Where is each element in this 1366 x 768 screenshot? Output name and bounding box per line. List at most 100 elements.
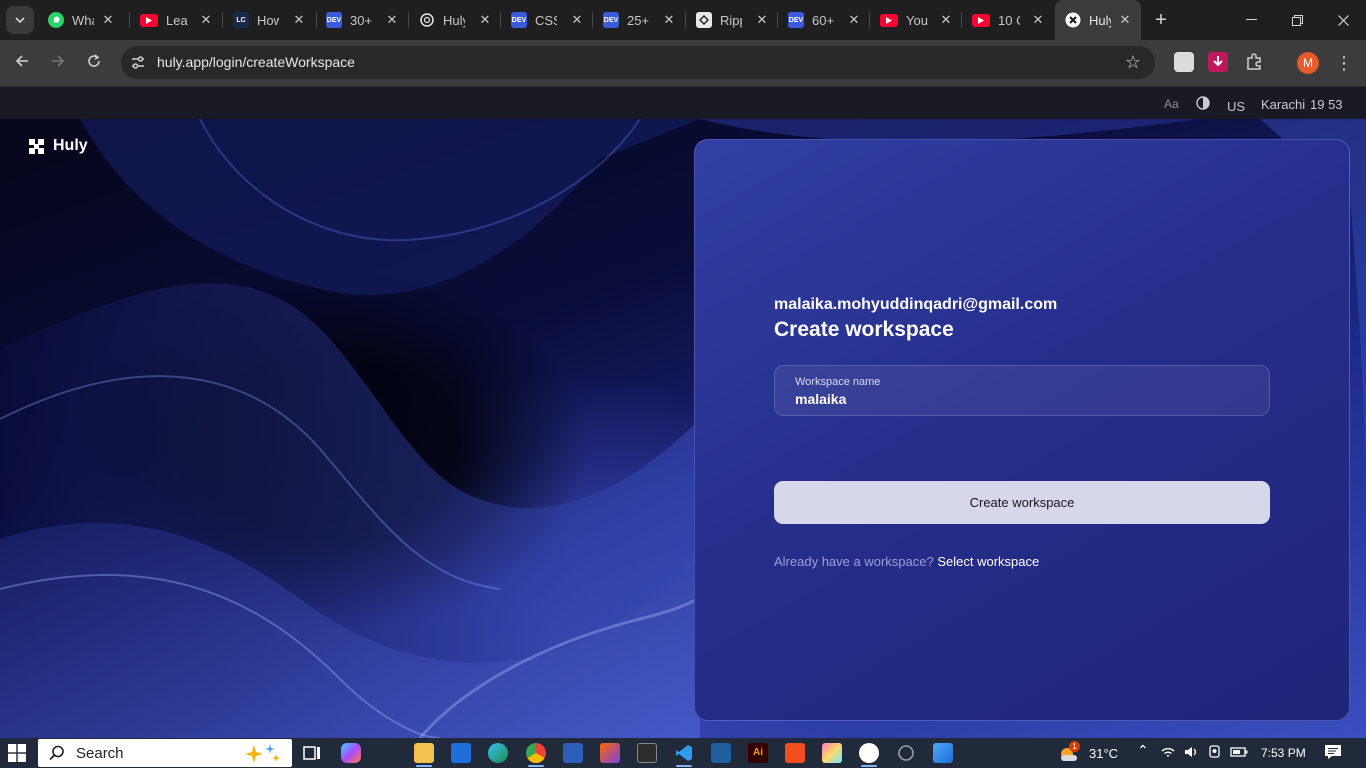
close-window-button[interactable] (1320, 0, 1366, 40)
browser-tab[interactable]: 10 C ✕ (962, 6, 1054, 34)
dev-icon: DEV (788, 12, 804, 28)
brand-name: Huly (53, 137, 88, 154)
close-tab-icon[interactable]: ✕ (291, 12, 307, 28)
windows-start-icon[interactable] (8, 744, 26, 762)
browser-menu-icon[interactable]: ⋮ (1334, 52, 1354, 74)
new-tab-button[interactable]: + (1150, 9, 1172, 31)
file-explorer-icon[interactable] (414, 743, 434, 767)
huly-logo-icon (29, 138, 44, 154)
ms365-icon[interactable] (600, 743, 620, 763)
close-tab-icon[interactable]: ✕ (1117, 12, 1133, 28)
notifications-icon[interactable] (1324, 744, 1342, 763)
browser-tab[interactable]: DEV CSS ✕ (501, 6, 593, 34)
page-title: Create workspace (774, 318, 954, 341)
show-hidden-icons-chevron-icon[interactable]: ⌃ (1137, 742, 1149, 759)
restore-icon (1291, 14, 1303, 26)
browser-tab[interactable]: Huly ✕ (409, 6, 501, 34)
back-button[interactable] (10, 51, 34, 75)
figma-icon[interactable] (785, 743, 805, 763)
forward-button[interactable] (46, 51, 70, 75)
browser-tab-active[interactable]: Huly ✕ (1055, 0, 1141, 40)
download-extension-icon[interactable] (1208, 52, 1228, 72)
url-text[interactable]: huly.app/login/createWorkspace (157, 54, 355, 70)
copilot-sparkle-icon (245, 744, 280, 763)
cast-extension-icon[interactable] (1174, 52, 1194, 72)
huly-logo[interactable]: Huly (28, 137, 88, 155)
profile-avatar[interactable]: M (1297, 52, 1319, 74)
already-have-workspace-text: Already have a workspace? (774, 554, 934, 569)
close-tab-icon[interactable]: ✕ (569, 12, 585, 28)
close-tab-icon[interactable]: ✕ (938, 12, 954, 28)
windows-taskbar: Search Ai 1 31°C ⌃ 7:53 PM (0, 738, 1366, 768)
word-icon[interactable] (563, 743, 583, 763)
chatgpt-icon[interactable] (896, 743, 916, 763)
font-size-toggle[interactable]: Aa (1164, 97, 1179, 111)
login-page: Huly malaika.mohyuddinqadri@gmail.com Cr… (0, 119, 1366, 738)
youtube-icon (880, 13, 898, 27)
workspace-name-input[interactable] (795, 391, 1245, 407)
workspace-name-label: Workspace name (795, 376, 881, 388)
github-icon[interactable] (859, 743, 879, 767)
address-bar[interactable]: huly.app/login/createWorkspace ☆ (121, 46, 1155, 79)
reload-icon (88, 54, 100, 67)
reload-button[interactable] (82, 51, 106, 75)
select-workspace-prompt: Already have a workspace? Select workspa… (774, 554, 1039, 569)
store-icon[interactable] (451, 743, 471, 763)
close-tab-icon[interactable]: ✕ (198, 12, 214, 28)
minimize-button[interactable] (1228, 0, 1274, 40)
huly-icon (1065, 12, 1081, 28)
taskbar-search[interactable]: Search (38, 739, 292, 767)
wifi-icon[interactable] (1160, 744, 1176, 763)
account-email: malaika.mohyuddinqadri@gmail.com (774, 296, 1058, 313)
task-view-icon[interactable] (302, 743, 322, 763)
site-info-icon[interactable] (129, 54, 147, 72)
browser-tab-strip: WhatsApp ✕ Learn ✕ LC How ✕ DEV 30+ ✕ Hu… (0, 0, 1366, 40)
close-icon (1337, 14, 1349, 26)
browser-tab[interactable]: WhatsApp ✕ (38, 6, 124, 34)
language-selector[interactable]: US (1227, 99, 1245, 114)
battery-icon[interactable] (1230, 745, 1248, 762)
youtube-icon (140, 13, 158, 27)
bookmark-star-icon[interactable]: ☆ (1125, 52, 1141, 73)
leetcode-icon: LC (233, 12, 249, 28)
edge-icon[interactable] (488, 743, 508, 763)
photos-icon[interactable] (933, 743, 953, 763)
extensions-puzzle-icon[interactable] (1244, 52, 1264, 72)
theme-toggle-icon[interactable] (1196, 96, 1210, 113)
close-tab-icon[interactable]: ✕ (661, 12, 677, 28)
browser-tab[interactable]: DEV 60+ ✕ (778, 6, 870, 34)
openai-icon (419, 12, 435, 28)
workspace-name-field[interactable]: Workspace name (774, 365, 1270, 416)
create-workspace-button[interactable]: Create workspace (774, 481, 1270, 524)
speaker-icon[interactable] (1183, 744, 1199, 763)
close-tab-icon[interactable]: ✕ (754, 12, 770, 28)
arrow-left-icon (15, 55, 28, 67)
close-tab-icon[interactable]: ✕ (100, 12, 116, 28)
browser-tab[interactable]: LC How ✕ (223, 6, 315, 34)
timezone-city[interactable]: Karachi (1261, 97, 1305, 112)
browser-tab[interactable]: Ripple ✕ (686, 6, 778, 34)
dev-icon: DEV (326, 12, 342, 28)
close-tab-icon[interactable]: ✕ (1030, 12, 1046, 28)
clock-time[interactable]: 7:53 PM (1261, 746, 1306, 760)
chrome-icon[interactable] (526, 743, 546, 767)
terminal-icon[interactable] (637, 743, 657, 763)
vscode-icon[interactable] (674, 743, 694, 767)
close-tab-icon[interactable]: ✕ (846, 12, 862, 28)
close-tab-icon[interactable]: ✕ (477, 12, 493, 28)
tab-search-button[interactable] (6, 6, 34, 34)
create-workspace-card: malaika.mohyuddinqadri@gmail.com Create … (694, 139, 1350, 721)
whatsapp-icon (48, 12, 64, 28)
pycharm-icon[interactable] (711, 743, 731, 763)
camera-icon[interactable] (1207, 744, 1223, 763)
close-tab-icon[interactable]: ✕ (384, 12, 400, 28)
paint-icon[interactable] (822, 743, 842, 763)
select-workspace-link[interactable]: Select workspace (937, 554, 1039, 569)
browser-tab[interactable]: DEV 25+ ✕ (593, 6, 685, 34)
copilot-icon[interactable] (341, 743, 361, 763)
restore-button[interactable] (1274, 0, 1320, 40)
illustrator-icon[interactable]: Ai (748, 743, 768, 763)
browser-tab[interactable]: Learn ✕ (130, 6, 222, 34)
browser-tab[interactable]: DEV 30+ ✕ (316, 6, 408, 34)
browser-tab[interactable]: You ✕ (870, 6, 962, 34)
